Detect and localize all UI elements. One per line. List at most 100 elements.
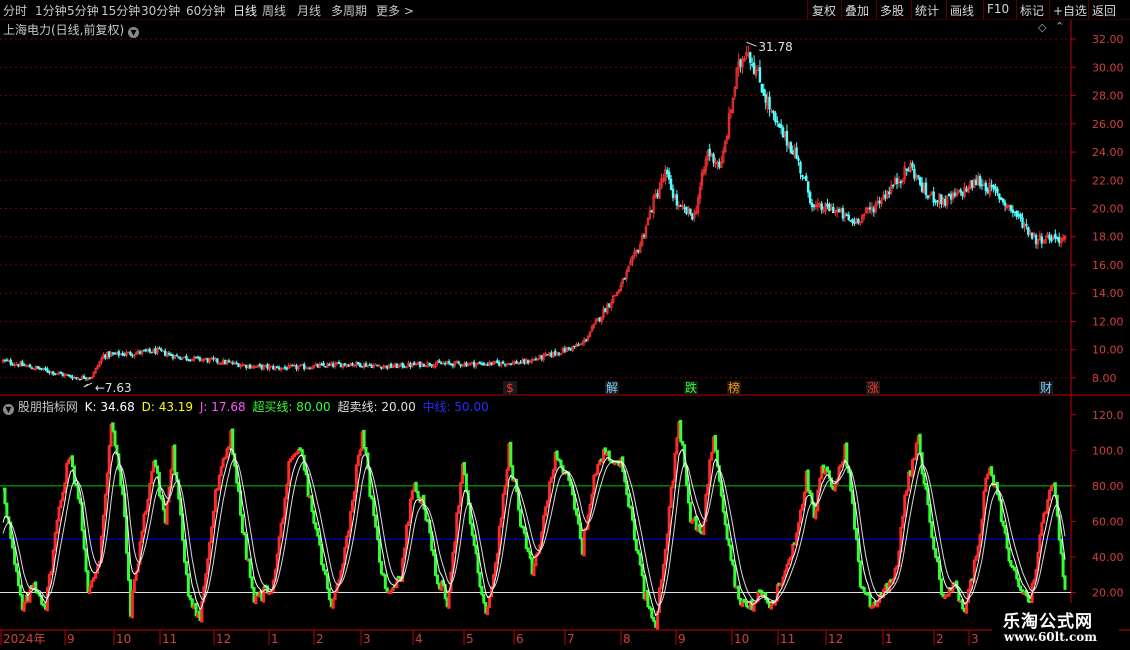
candle-body [994, 186, 997, 191]
candle-body [316, 364, 319, 368]
j-segment [120, 484, 125, 495]
candle-body [812, 204, 816, 208]
j-segment [86, 570, 90, 593]
tab-period-10[interactable]: 更多 > [376, 2, 414, 19]
j-segment [182, 539, 187, 563]
toolbar-button-0[interactable]: 复权 [812, 2, 836, 19]
j-segment [389, 589, 393, 594]
j-segment [802, 491, 806, 506]
kline-chart[interactable]: 32.0030.0028.0026.0024.0022.0020.0018.00… [0, 0, 1130, 650]
toolbar-button-7[interactable]: +自选 [1053, 2, 1087, 19]
candle-body [503, 363, 507, 366]
j-segment [68, 456, 73, 461]
candle-body [920, 182, 924, 192]
indicator-menu-icon[interactable]: ▼ [3, 404, 14, 415]
candle-body [490, 362, 493, 366]
candle-body [949, 194, 953, 200]
j-segment [346, 530, 351, 538]
j-segment [113, 430, 117, 447]
j-segment [53, 532, 57, 552]
j-segment [1018, 585, 1023, 591]
candle-body [806, 181, 810, 193]
price-panel-title[interactable]: 上海电力(日线,前复权) ▼ [3, 21, 140, 38]
candle-body [46, 368, 49, 373]
candle-body [853, 221, 856, 224]
j-segment [275, 553, 279, 572]
time-label-3: 11 [162, 632, 177, 646]
candle-body [608, 303, 611, 307]
j-segment [35, 590, 40, 594]
toolbar-button-8[interactable]: 返回 [1092, 2, 1116, 19]
candle-body [386, 365, 389, 369]
j-segment [883, 584, 887, 591]
j-segment [371, 497, 376, 517]
tab-period-9[interactable]: 多周期 [331, 2, 367, 19]
j-segment [524, 532, 528, 550]
j-segment [128, 579, 132, 617]
j-segment [178, 497, 183, 516]
j-segment [225, 448, 229, 459]
time-label-10: 6 [516, 632, 524, 646]
candle-body [144, 349, 148, 352]
tab-period-5[interactable]: 60分钟 [186, 2, 225, 19]
tab-period-4[interactable]: 30分钟 [141, 2, 180, 19]
j-segment [296, 448, 300, 454]
tab-period-2[interactable]: 5分钟 [67, 2, 99, 19]
diamond-icon[interactable]: ◇ [1038, 21, 1046, 34]
candle-body [498, 362, 501, 366]
tab-period-0[interactable]: 分时 [3, 2, 27, 19]
indicator-name[interactable]: 股朋指标网 [18, 400, 78, 414]
tab-period-6[interactable]: 日线 [233, 2, 257, 19]
j-segment [279, 522, 283, 538]
candle-body [683, 207, 686, 210]
candle-body [778, 123, 781, 128]
j-segment [1007, 547, 1011, 562]
candle-body [260, 364, 263, 370]
j-segment [686, 484, 690, 504]
toolbar-button-5[interactable]: F10 [987, 2, 1009, 16]
candle-body [1011, 209, 1015, 213]
tab-period-7[interactable]: 周线 [262, 2, 286, 19]
toolbar-button-3[interactable]: 统计 [915, 2, 939, 19]
candle-body [666, 169, 669, 175]
j-segment [981, 490, 986, 521]
j-segment [730, 559, 735, 566]
time-label-0: 2024年 [3, 632, 46, 646]
j-segment [315, 527, 320, 537]
j-segment [974, 555, 978, 562]
toolbar-button-1[interactable]: 叠加 [845, 2, 869, 19]
tab-period-8[interactable]: 月线 [297, 2, 321, 19]
j-segment [223, 456, 227, 460]
tab-period-3[interactable]: 15分钟 [101, 2, 140, 19]
j-segment [929, 521, 934, 539]
candle-body [357, 361, 360, 365]
chevron-down-icon[interactable]: ▼ [128, 27, 140, 38]
candle-body [212, 357, 215, 360]
toolbar-button-6[interactable]: 标记 [1020, 2, 1044, 19]
j-segment [869, 605, 874, 609]
j-segment [16, 570, 20, 587]
chevron-up-icon[interactable]: ⌃ [1055, 20, 1064, 33]
j-segment [149, 471, 154, 485]
j-segment [118, 468, 123, 487]
candle-body [642, 234, 646, 237]
j-segment [64, 462, 69, 485]
j-segment [255, 592, 260, 596]
j-segment [383, 574, 387, 589]
toolbar-button-4[interactable]: 画线 [950, 2, 974, 19]
osc-tick-label: 100.0 [1092, 444, 1124, 457]
j-segment [980, 518, 984, 536]
time-label-17: 1 [885, 632, 893, 646]
candle-body [322, 362, 325, 366]
j-segment [904, 490, 909, 497]
j-segment [491, 574, 495, 588]
toolbar-separator [1049, 0, 1050, 19]
tab-period-1[interactable]: 1分钟 [35, 2, 67, 19]
toolbar-button-2[interactable]: 多股 [880, 2, 904, 19]
j-segment [551, 469, 555, 479]
j-segment [226, 445, 231, 450]
candle-body [776, 120, 779, 123]
price-tick-label: 14.00 [1092, 287, 1124, 300]
candle-body [480, 363, 484, 366]
j-segment [738, 597, 743, 606]
